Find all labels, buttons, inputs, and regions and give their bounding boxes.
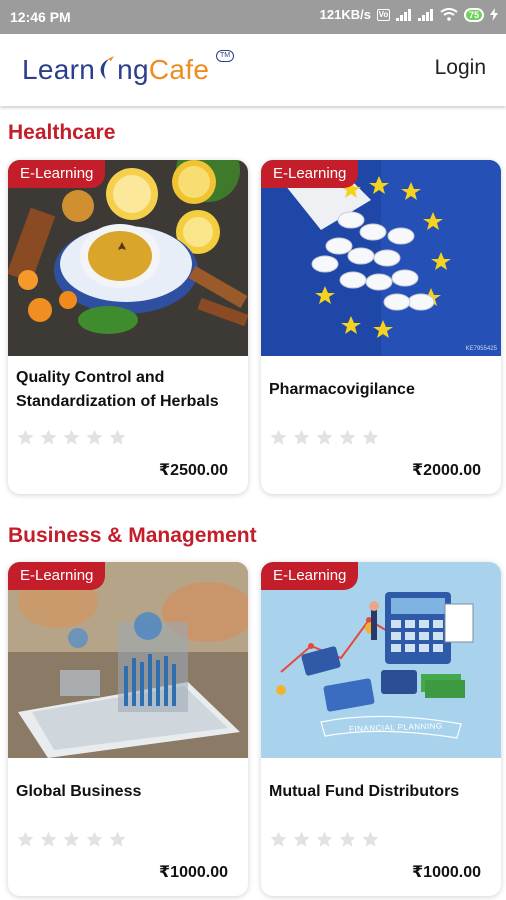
course-title: Quality Control and Standardization of H… bbox=[16, 369, 219, 410]
star-icon bbox=[86, 831, 103, 847]
learningcafe-logo[interactable]: Learn ngCafe TM bbox=[22, 50, 242, 94]
signal-icon-2 bbox=[417, 8, 433, 21]
e-learning-badge: E-Learning bbox=[8, 562, 106, 590]
course-price: ₹1000.00 bbox=[159, 864, 228, 881]
status-icons: 121KB/s Vo 75 bbox=[320, 7, 498, 22]
signal-icon bbox=[395, 8, 411, 21]
rating-stars bbox=[269, 830, 380, 849]
star-icon bbox=[293, 831, 310, 847]
course-card-herbals[interactable]: E-Learning Quality Control and Standardi… bbox=[8, 160, 248, 494]
app-header: Learn ngCafe TM Login bbox=[0, 34, 506, 106]
star-icon bbox=[109, 429, 126, 445]
star-icon bbox=[362, 831, 379, 847]
course-title: Pharmacovigilance bbox=[269, 381, 415, 398]
star-icon bbox=[40, 831, 57, 847]
course-card-global-business[interactable]: E-Learning Global Business ₹1000.00 bbox=[8, 562, 248, 896]
status-bar: 12:46 PM 121KB/s Vo 75 bbox=[0, 0, 506, 34]
course-price: ₹2500.00 bbox=[159, 462, 228, 479]
login-button[interactable]: Login bbox=[435, 56, 486, 80]
pills-eu-flag-image: E-Learning KE7955425 bbox=[261, 160, 501, 356]
logo-swoosh-icon bbox=[100, 56, 115, 79]
star-icon bbox=[63, 429, 80, 445]
star-icon bbox=[293, 429, 310, 445]
e-learning-badge: E-Learning bbox=[8, 160, 106, 188]
star-icon bbox=[270, 429, 287, 445]
battery-icon: 75 bbox=[463, 7, 484, 22]
financial-planning-image: E-Learning FINANCIAL PLANNING bbox=[261, 562, 501, 758]
network-speed: 121KB/s bbox=[319, 7, 371, 22]
tablet-analytics-image: E-Learning bbox=[8, 562, 248, 758]
course-price: ₹2000.00 bbox=[412, 462, 481, 479]
rating-stars bbox=[16, 428, 127, 447]
rating-stars bbox=[16, 830, 127, 849]
herbal-tea-image: E-Learning bbox=[8, 160, 248, 356]
star-icon bbox=[17, 429, 34, 445]
trademark-mark: TM bbox=[216, 50, 234, 62]
course-card-pharmacovigilance[interactable]: E-Learning KE7955425 Pharmacovigilance ₹… bbox=[261, 160, 501, 494]
star-icon bbox=[63, 831, 80, 847]
star-icon bbox=[17, 831, 34, 847]
course-price: ₹1000.00 bbox=[412, 864, 481, 881]
star-icon bbox=[86, 429, 103, 445]
star-icon bbox=[270, 831, 287, 847]
rating-stars bbox=[269, 428, 380, 447]
image-watermark: KE7955425 bbox=[465, 346, 497, 352]
section-title-healthcare: Healthcare bbox=[8, 121, 116, 144]
star-icon bbox=[316, 429, 333, 445]
section-title-business-management: Business & Management bbox=[8, 524, 257, 547]
star-icon bbox=[339, 429, 356, 445]
e-learning-badge: E-Learning bbox=[261, 562, 359, 590]
star-icon bbox=[40, 429, 57, 445]
star-icon bbox=[339, 831, 356, 847]
course-title: Global Business bbox=[16, 783, 142, 800]
e-learning-badge: E-Learning bbox=[261, 160, 359, 188]
charging-icon bbox=[490, 8, 498, 21]
course-card-mutual-fund-distributors[interactable]: E-Learning FINANCIAL PLANNING Mutual Fun… bbox=[261, 562, 501, 896]
star-icon bbox=[362, 429, 379, 445]
star-icon bbox=[316, 831, 333, 847]
star-icon bbox=[109, 831, 126, 847]
status-time: 12:46 PM bbox=[10, 9, 71, 25]
volte-icon: Vo bbox=[376, 8, 390, 21]
course-title: Mutual Fund Distributors bbox=[269, 783, 460, 800]
wifi-icon bbox=[440, 8, 458, 21]
